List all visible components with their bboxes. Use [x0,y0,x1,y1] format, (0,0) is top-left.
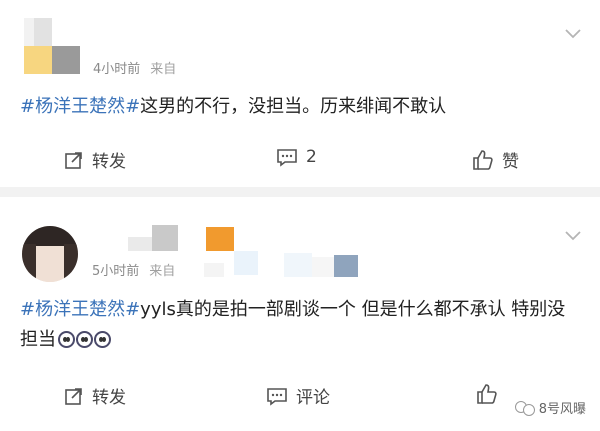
like-label: 赞 [502,152,519,172]
post-content: #杨洋王楚然#yyls真的是拍一部剧谈一个 但是什么都不承认 特别没担当 [20,295,580,355]
action-bar: 转发 2 赞 [0,147,600,177]
post-card[interactable]: 4小时前 来自 #杨洋王楚然#这男的不行，没担当。历来绯闻不敢认 转发 2 赞 [0,0,600,187]
like-button[interactable]: 赞 [472,147,519,172]
watermark: 8号风曝 [514,398,586,417]
share-icon [65,387,82,405]
comment-button[interactable]: 2 [276,147,317,167]
comment-button[interactable]: 评论 [266,383,330,408]
chevron-down-icon[interactable] [564,230,582,242]
share-label: 转发 [92,388,126,408]
post-source: 来自 [149,264,176,279]
watermark-text: 8号风曝 [538,402,586,417]
like-button[interactable] [476,383,498,405]
post-source: 来自 [150,62,177,77]
face-emoji-icon [76,331,93,348]
post-meta: 4小时前 来自 [93,58,176,77]
avatar[interactable] [22,226,78,282]
chevron-down-icon[interactable] [564,28,582,40]
post-content: #杨洋王楚然#这男的不行，没担当。历来绯闻不敢认 [20,92,580,122]
share-label: 转发 [92,152,126,172]
share-icon [65,151,82,169]
comment-label: 评论 [296,388,330,408]
post-card[interactable]: 5小时前 来自 #杨洋王楚然#yyls真的是拍一部剧谈一个 但是什么都不承认 特别… [0,197,600,431]
comment-icon [267,387,287,406]
post-meta: 5小时前 来自 [92,260,175,279]
share-button[interactable]: 转发 [64,383,126,408]
share-button[interactable]: 转发 [64,147,126,172]
action-bar: 转发 评论 [0,383,600,413]
emoji-group [58,331,111,348]
comment-icon [277,149,297,167]
thumbs-up-icon [477,384,497,404]
wechat-logo-icon [514,400,535,416]
comment-count: 2 [306,147,317,167]
post-time: 4小时前 [93,62,141,77]
topic-hashtag[interactable]: #杨洋王楚然# [20,96,140,117]
thumbs-up-icon [473,149,493,170]
topic-hashtag[interactable]: #杨洋王楚然# [20,299,140,320]
face-emoji-icon [94,331,111,348]
post-text: 这男的不行，没担当。历来绯闻不敢认 [140,96,447,117]
face-emoji-icon [58,331,75,348]
avatar[interactable] [24,18,80,74]
post-time: 5小时前 [92,264,140,279]
